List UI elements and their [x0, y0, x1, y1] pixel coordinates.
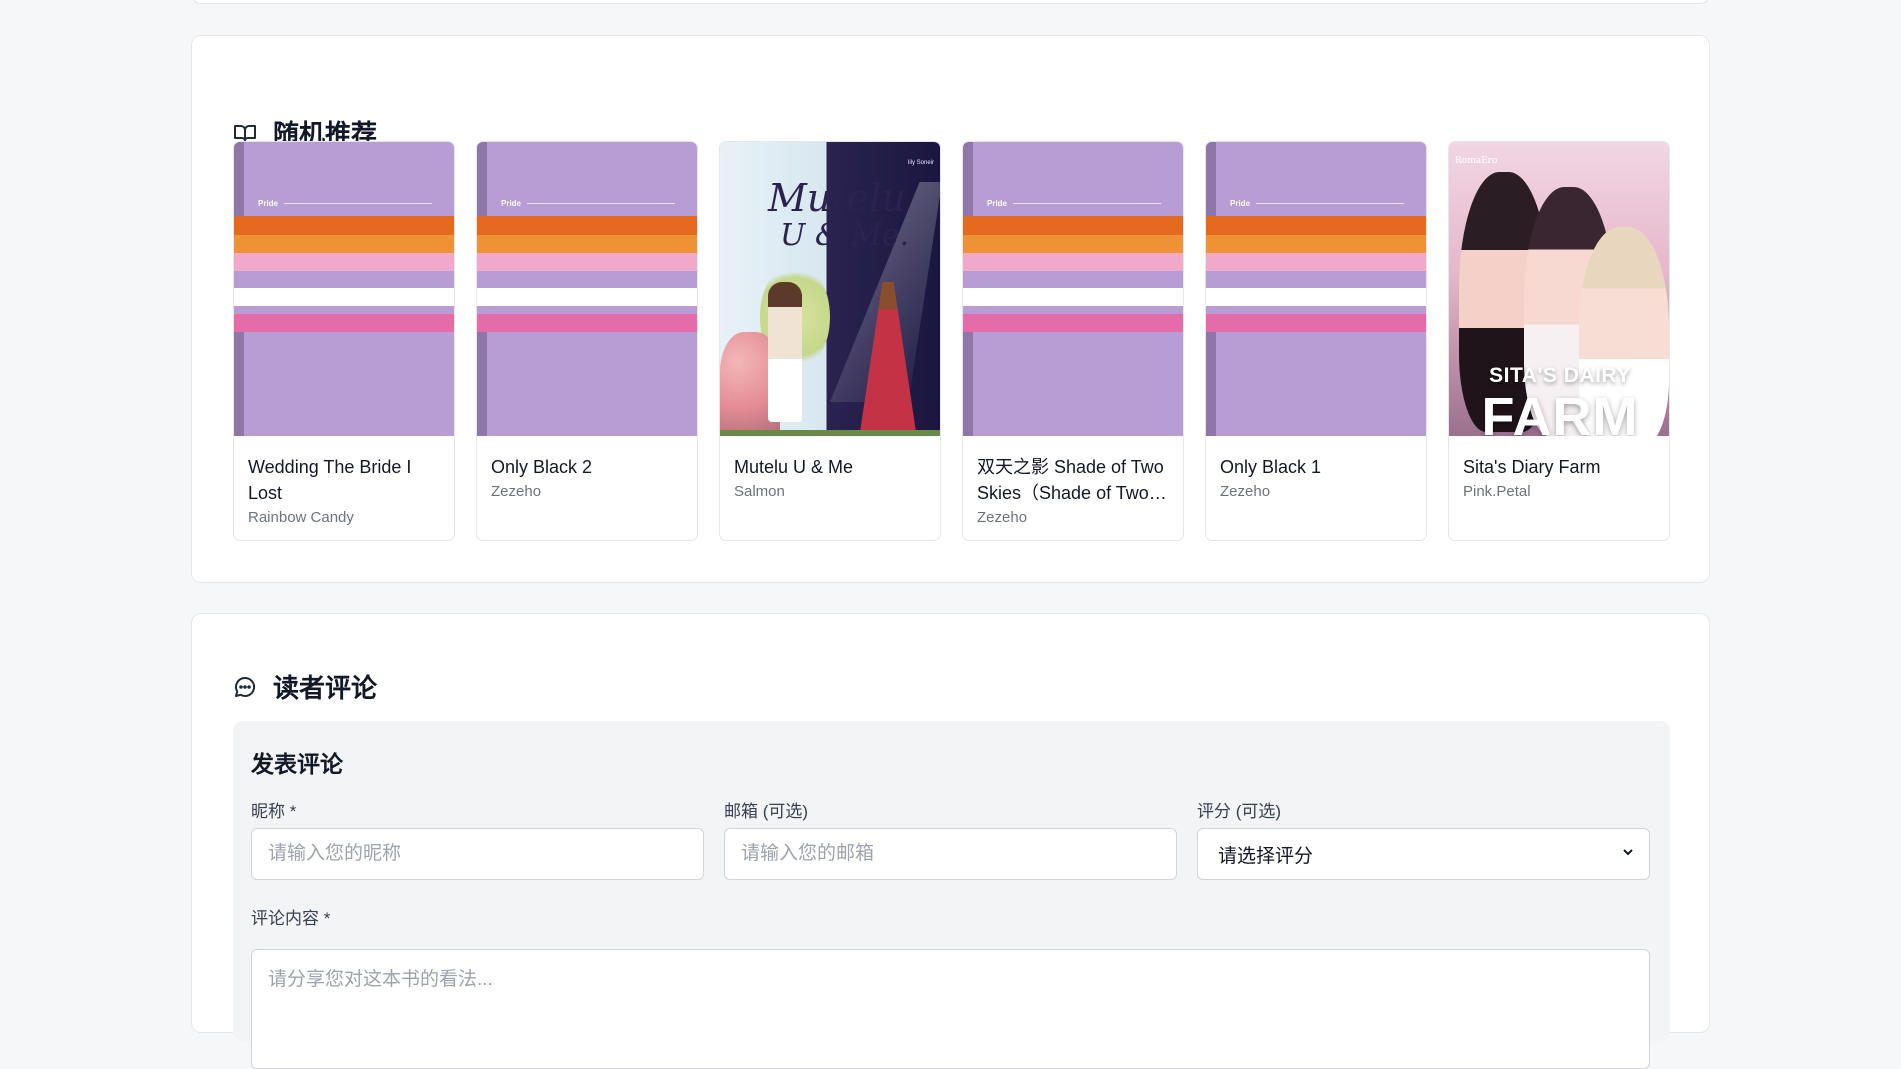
- comments-header: 读者评论: [233, 668, 377, 705]
- previous-section-card: [191, 0, 1710, 4]
- book-cover[interactable]: Pride: [963, 142, 1183, 436]
- book-title[interactable]: Only Black 2: [491, 454, 683, 480]
- rating-label: 评分 (可选): [1197, 802, 1282, 821]
- book-card[interactable]: Pride Only Black 2 Zezeho: [476, 141, 698, 541]
- comment-form: 发表评论 昵称 * 邮箱 (可选) 评分 (可选) 请选择评分 评论内容 *: [233, 721, 1670, 1069]
- cover-brand: Pride: [987, 199, 1008, 208]
- book-author: Zezeho: [977, 509, 1028, 526]
- cover-brand: Pride: [1230, 199, 1251, 208]
- book-grid: Pride Wedding The Bride I Lost Rainbow C…: [233, 141, 1670, 541]
- book-author: Pink.Petal: [1463, 483, 1531, 500]
- cover-title-line1: SITA'S DAIRY: [1489, 364, 1631, 387]
- nickname-label: 昵称 *: [251, 802, 297, 821]
- content-label: 评论内容 *: [251, 909, 331, 928]
- email-input[interactable]: [724, 828, 1177, 880]
- book-card[interactable]: Pride 双天之影 Shade of Two Skies（Shade of T…: [962, 141, 1184, 541]
- book-cover[interactable]: Pride: [234, 142, 454, 436]
- book-cover[interactable]: RomaEro SITA'S DAIRY FARM: [1449, 142, 1669, 436]
- cover-subtitle-art: U & Me.: [780, 218, 910, 253]
- form-title: 发表评论: [251, 751, 343, 777]
- book-card[interactable]: Mutelu U & Me. lily Soneir Mutelu U & Me…: [719, 141, 941, 541]
- cover-brand: Pride: [501, 199, 522, 208]
- book-author: Zezeho: [1220, 483, 1271, 500]
- book-card[interactable]: Pride Only Black 1 Zezeho: [1205, 141, 1427, 541]
- cover-studio: RomaEro: [1455, 156, 1498, 166]
- book-author: Rainbow Candy: [248, 509, 354, 526]
- rating-selected-value: 请选择评分: [1218, 845, 1314, 867]
- cover-brand: Pride: [258, 199, 279, 208]
- cover-credit: lily Soneir: [907, 160, 934, 166]
- book-card[interactable]: RomaEro SITA'S DAIRY FARM Sita's Diary F…: [1448, 141, 1670, 541]
- book-author: Zezeho: [491, 483, 542, 500]
- cover-title-line2: FARM: [1481, 387, 1639, 436]
- rating-select[interactable]: 请选择评分: [1197, 828, 1650, 880]
- chevron-down-icon: [1621, 845, 1635, 863]
- reader-comments-section: 读者评论 发表评论 昵称 * 邮箱 (可选) 评分 (可选) 请选择评分 评论内…: [191, 613, 1710, 1069]
- comments-title: 读者评论: [273, 673, 378, 703]
- book-cover[interactable]: Pride: [477, 142, 697, 436]
- nickname-input[interactable]: [251, 828, 704, 880]
- email-label: 邮箱 (可选): [724, 802, 809, 821]
- book-author: Salmon: [734, 483, 785, 500]
- cover-title-art: Mutelu: [768, 176, 906, 220]
- book-title[interactable]: Wedding The Bride I Lost: [248, 454, 440, 506]
- book-title[interactable]: Mutelu U & Me: [734, 454, 926, 480]
- book-cover[interactable]: Pride: [1206, 142, 1426, 436]
- random-recommend-section: 随机推荐 Pride Wedding The Bride I Lost Rain…: [191, 35, 1710, 583]
- chat-bubble-icon: [233, 675, 257, 699]
- book-title[interactable]: Only Black 1: [1220, 454, 1412, 480]
- book-cover[interactable]: Mutelu U & Me. lily Soneir: [720, 142, 940, 436]
- book-card[interactable]: Pride Wedding The Bride I Lost Rainbow C…: [233, 141, 455, 541]
- book-title[interactable]: Sita's Diary Farm: [1463, 454, 1655, 480]
- comment-textarea[interactable]: [251, 949, 1650, 1069]
- book-title[interactable]: 双天之影 Shade of Two Skies（Shade of Two Ski…: [977, 454, 1169, 506]
